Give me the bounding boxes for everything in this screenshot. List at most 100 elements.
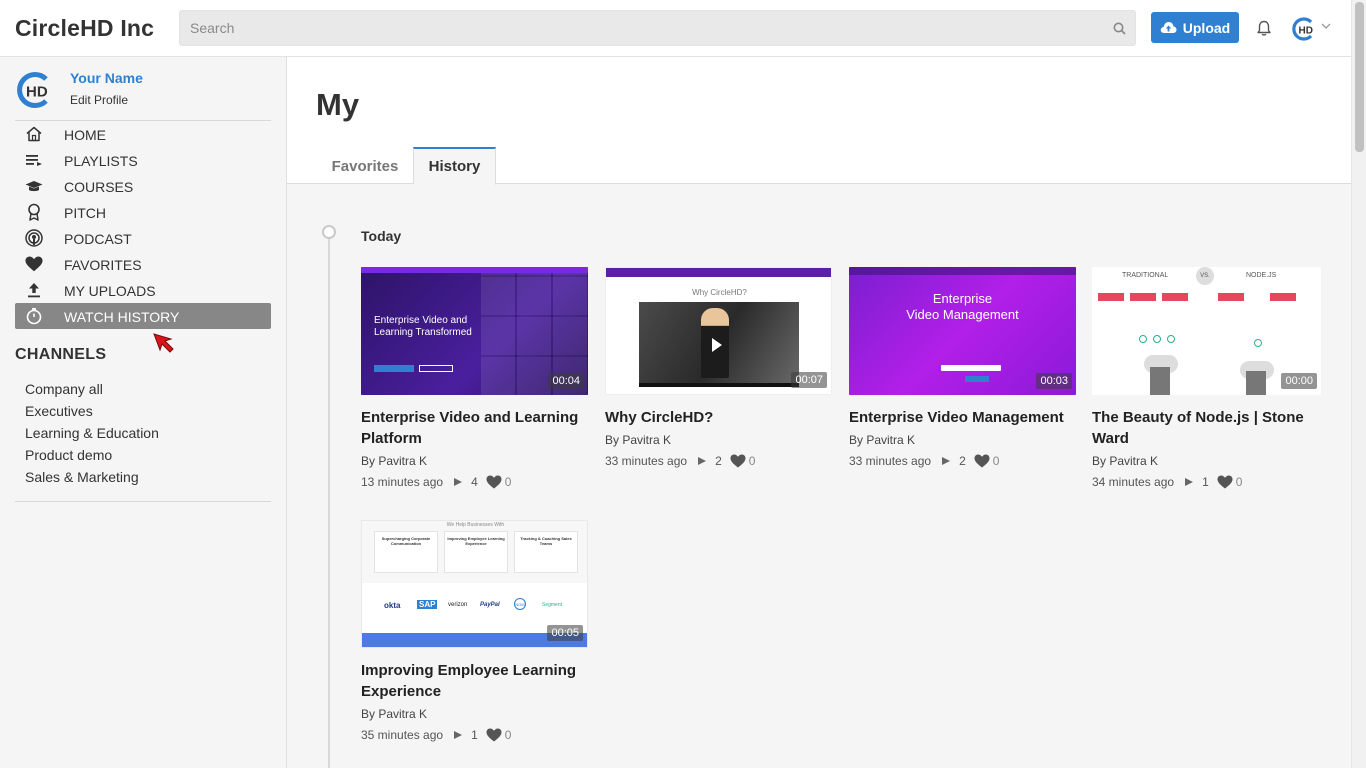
sidebar-nav: HOME PLAYLISTS COURSES PITCH PODCAST FAV…	[15, 121, 271, 329]
brand-logo-text[interactable]: CircleHD Inc	[15, 15, 154, 42]
search-icon[interactable]	[1113, 22, 1126, 35]
thumb-column: Supercharging Corporate Communication	[374, 531, 438, 573]
profile-avatar-initials: HD	[26, 84, 48, 101]
like-heart-icon[interactable]	[486, 728, 502, 742]
video-views: 4	[471, 475, 478, 489]
video-likes: 0	[992, 454, 1000, 468]
sap-logo: SAP	[417, 600, 438, 609]
like-heart-icon[interactable]	[1217, 475, 1233, 489]
video-card[interactable]: We Help Businesses With Supercharging Co…	[361, 520, 589, 746]
search-input[interactable]	[180, 11, 1135, 45]
thumb-heading: Why CircleHD?	[692, 288, 747, 297]
video-meta: 33 minutes ago 2 0	[849, 450, 1077, 472]
home-icon	[26, 126, 42, 142]
video-title[interactable]: Enterprise Video Management	[849, 407, 1077, 428]
edit-profile-link[interactable]: Edit Profile	[70, 93, 128, 107]
channel-item[interactable]: Company all	[25, 378, 159, 400]
tab-favorites[interactable]: Favorites	[317, 147, 413, 185]
sidebar-item-label: PITCH	[64, 205, 106, 221]
sidebar-item-home[interactable]: HOME	[15, 121, 271, 147]
sidebar-item-label: HOME	[64, 127, 106, 143]
timeline-dot	[322, 225, 336, 239]
video-likes: 0	[504, 475, 512, 489]
thumb-heading: Enterprise Video and	[374, 315, 468, 326]
page-scrollbar[interactable]	[1351, 0, 1366, 768]
user-avatar-menu[interactable]: HD	[1291, 16, 1317, 42]
sidebar-item-favorites[interactable]: FAVORITES	[15, 251, 271, 277]
upload-icon	[28, 283, 40, 298]
profile-block: HD Your Name Edit Profile	[15, 70, 271, 120]
channel-item[interactable]: Executives	[25, 400, 159, 422]
timeline-line	[328, 237, 330, 768]
sidebar-item-my-uploads[interactable]: MY UPLOADS	[15, 277, 271, 303]
sidebar-item-podcast[interactable]: PODCAST	[15, 225, 271, 251]
page-title: My	[316, 87, 360, 122]
video-title[interactable]: Improving Employee Learning Experience	[361, 660, 589, 702]
chevron-down-icon[interactable]	[1321, 22, 1331, 30]
video-time-ago: 35 minutes ago	[361, 728, 444, 742]
video-card[interactable]: Enterprise Video and Learning Transforme…	[361, 267, 589, 493]
video-card[interactable]: TRADITIONAL VS. NODE.JS 00:00 The Beauty…	[1092, 267, 1321, 493]
video-author[interactable]: By Pavitra K	[361, 451, 589, 471]
profile-avatar[interactable]: HD	[15, 70, 55, 110]
sidebar: HD Your Name Edit Profile HOME PLAYLISTS…	[0, 57, 287, 768]
video-meta: 34 minutes ago 1 0	[1092, 471, 1320, 493]
video-thumbnail[interactable]: TRADITIONAL VS. NODE.JS 00:00	[1092, 267, 1321, 395]
video-title[interactable]: Enterprise Video and Learning Platform	[361, 407, 589, 449]
sidebar-item-courses[interactable]: COURSES	[15, 173, 271, 199]
sidebar-item-watch-history[interactable]: WATCH HISTORY	[15, 303, 271, 329]
tab-history[interactable]: History	[413, 147, 496, 185]
video-card[interactable]: Why CircleHD? 00:07 Why CircleHD? By Pav…	[605, 267, 833, 472]
sidebar-item-playlists[interactable]: PLAYLISTS	[15, 147, 271, 173]
thumb-column: Improving Employee Learning Experience	[444, 531, 508, 573]
video-views: 1	[1202, 475, 1209, 489]
thumb-heading: NODE.JS	[1246, 272, 1277, 279]
podcast-icon	[25, 229, 43, 247]
thumb-vs: VS.	[1196, 267, 1214, 285]
video-card[interactable]: Enterprise Video Management 00:03 Enterp…	[849, 267, 1077, 472]
like-heart-icon[interactable]	[974, 454, 990, 468]
video-views: 1	[471, 728, 478, 742]
channels-heading: CHANNELS	[15, 346, 107, 363]
top-header: CircleHD Inc Upload HD	[0, 0, 1351, 57]
video-likes: 0	[1235, 475, 1243, 489]
video-thumbnail[interactable]: We Help Businesses With Supercharging Co…	[361, 520, 588, 648]
profile-name[interactable]: Your Name	[70, 70, 143, 86]
heart-icon	[25, 256, 43, 272]
search-bar[interactable]	[179, 10, 1136, 46]
paypal-logo: PayPal	[480, 602, 500, 608]
like-heart-icon[interactable]	[730, 454, 746, 468]
video-title[interactable]: Why CircleHD?	[605, 407, 833, 428]
video-duration: 00:00	[1281, 373, 1317, 389]
channel-item[interactable]: Learning & Education	[25, 422, 159, 444]
play-count-icon	[942, 457, 951, 465]
video-likes: 0	[748, 454, 756, 468]
sidebar-item-label: FAVORITES	[64, 257, 142, 273]
video-thumbnail[interactable]: Enterprise Video and Learning Transforme…	[361, 267, 588, 395]
award-icon	[28, 203, 40, 221]
video-thumbnail[interactable]: Enterprise Video Management 00:03	[849, 267, 1076, 395]
sidebar-item-pitch[interactable]: PITCH	[15, 199, 271, 225]
video-author[interactable]: By Pavitra K	[605, 430, 833, 450]
cloud-upload-icon	[1160, 22, 1177, 33]
video-author[interactable]: By Pavitra K	[1092, 451, 1320, 471]
page-header: My Favorites History	[287, 57, 1351, 185]
channel-item[interactable]: Sales & Marketing	[25, 466, 159, 488]
video-duration: 00:07	[791, 372, 827, 388]
okta-logo: okta	[384, 601, 401, 610]
graduation-cap-icon	[25, 181, 43, 192]
video-duration: 00:03	[1036, 373, 1072, 389]
like-heart-icon[interactable]	[486, 475, 502, 489]
video-thumbnail[interactable]: Why CircleHD? 00:07	[605, 267, 832, 395]
video-author[interactable]: By Pavitra K	[361, 704, 589, 724]
scrollbar-thumb[interactable]	[1355, 2, 1364, 152]
upload-button[interactable]: Upload	[1151, 12, 1239, 43]
video-title[interactable]: The Beauty of Node.js | Stone Ward	[1092, 407, 1320, 449]
video-duration: 00:05	[547, 625, 583, 641]
channel-item[interactable]: Product demo	[25, 444, 159, 466]
notification-bell-icon[interactable]	[1256, 20, 1272, 37]
thumb-heading: Video Management	[906, 307, 1019, 322]
video-author[interactable]: By Pavitra K	[849, 430, 1077, 450]
main-content: My Favorites History Today Enterprise Vi…	[287, 57, 1351, 768]
video-duration: 00:04	[548, 373, 584, 389]
